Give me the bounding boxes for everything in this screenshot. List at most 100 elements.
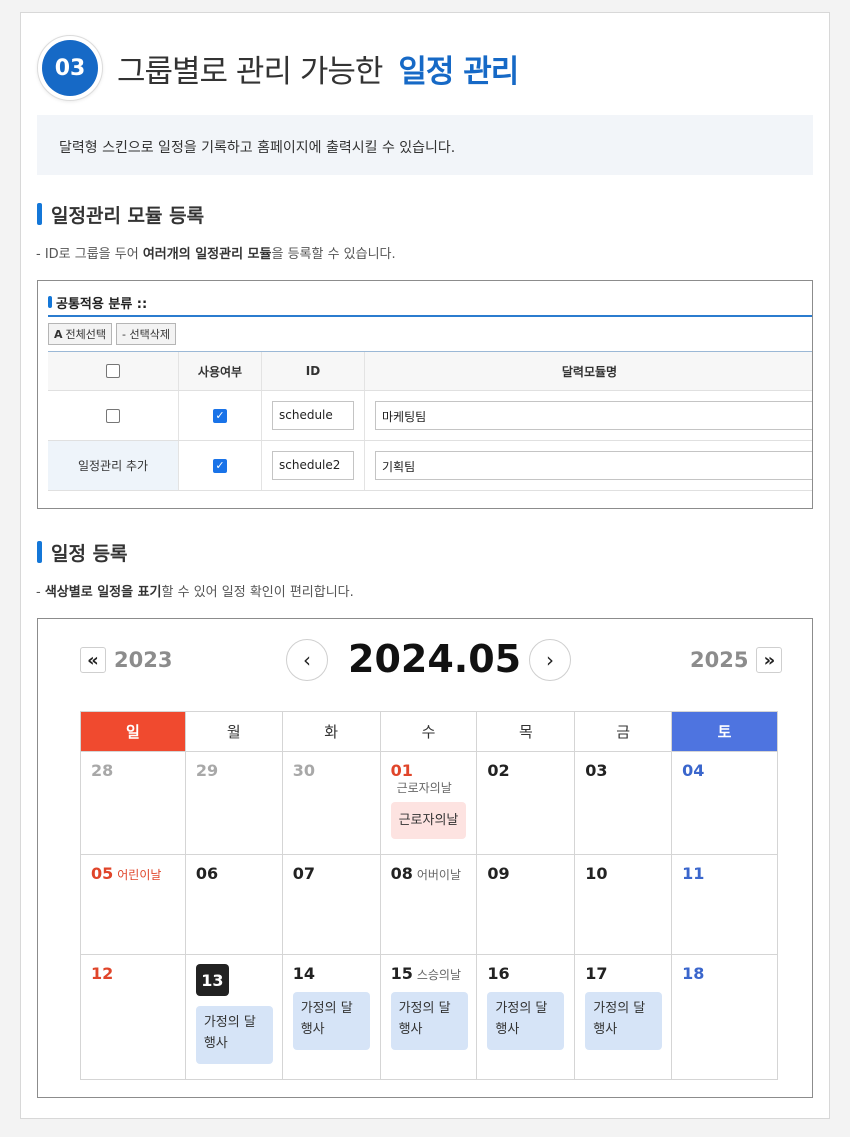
day-cell[interactable]: 29: [185, 752, 283, 855]
day-number-with-holiday: 05 어린이날: [91, 864, 161, 883]
section-number-badge: 03: [37, 35, 103, 101]
module-name-input[interactable]: 기획팀: [375, 451, 812, 480]
page-header: 03 그룹별로 관리 가능한 일정 관리: [37, 35, 519, 101]
schedule-section-desc: - 색상별로 일정을 표기할 수 있어 일정 확인이 편리합니다.: [36, 581, 354, 600]
day-cell[interactable]: 07: [282, 855, 381, 955]
day-cell[interactable]: 30: [282, 752, 381, 855]
day-cell[interactable]: 01 근로자의날 근로자의날: [380, 752, 478, 855]
event-item[interactable]: 가정의 달 행사: [292, 992, 370, 1050]
calendar: « 2023 ‹ 2024.05 › 2025 » 일 월 화 수 목 금 토 …: [37, 618, 813, 1098]
event-item[interactable]: 근로자의날: [390, 802, 467, 839]
day-cell[interactable]: 15 스승의날 가정의 달 행사: [380, 955, 478, 1080]
next-year-nav: 2025 »: [690, 647, 783, 673]
day-number: 29: [195, 761, 219, 780]
page-title: 그룹별로 관리 가능한: [117, 53, 383, 90]
desc-prefix: -: [36, 585, 45, 600]
weekday-sat: 토: [672, 712, 778, 752]
day-cell[interactable]: 02: [477, 752, 576, 855]
select-all-icon: A: [54, 327, 63, 341]
day-number: 08: [390, 864, 413, 883]
day-number: 11: [682, 864, 705, 883]
weekday-header: 일 월 화 수 목 금 토: [81, 712, 778, 752]
page-title-accent: 일정 관리: [398, 53, 519, 90]
module-panel: 공통적용 분류 :: A 전체선택 - 선택삭제 사용여부 ID 달력모듈명 ✓ …: [37, 280, 813, 509]
table-row: 일정관리 추가 ✓ schedule2 기획팀: [48, 441, 812, 491]
select-all-button[interactable]: A 전체선택: [48, 323, 112, 345]
day-number: 30: [292, 761, 315, 780]
weekday-thu: 목: [477, 712, 576, 752]
use-checkbox[interactable]: ✓: [213, 408, 227, 423]
select-all-checkbox[interactable]: [106, 364, 120, 378]
holiday-label: 근로자의날: [396, 781, 452, 795]
module-section-desc: - ID로 그룹을 두어 여러개의 일정관리 모듈을 등록할 수 있습니다.: [36, 243, 396, 262]
day-number: 14: [292, 964, 315, 983]
name-cell: 마케팅팀: [365, 391, 812, 440]
next-month-button[interactable]: ›: [529, 639, 571, 681]
day-cell[interactable]: 03: [575, 752, 673, 855]
content-card: 03 그룹별로 관리 가능한 일정 관리 달력형 스킨으로 일정을 기록하고 홈…: [20, 12, 830, 1119]
day-cell-today[interactable]: 13 가정의 달 행사: [185, 955, 283, 1080]
day-cell[interactable]: 10: [575, 855, 673, 955]
day-cell[interactable]: 12: [81, 955, 186, 1080]
module-name-input[interactable]: 마케팅팀: [375, 401, 812, 430]
desc-suffix: 할 수 있어 일정 확인이 편리합니다.: [161, 585, 354, 600]
day-cell[interactable]: 05 어린이날: [81, 855, 186, 955]
day-cell[interactable]: 08 어버이날: [380, 855, 478, 955]
day-number: 06: [195, 864, 219, 883]
day-cell[interactable]: 06: [185, 855, 283, 955]
holiday-label: 어버이날: [416, 868, 461, 882]
prev-year-button[interactable]: «: [80, 647, 106, 673]
calendar-week: 28 29 30 01 근로자의날 근로자의날 02 03 04: [81, 752, 778, 855]
prev-year-label[interactable]: 2023: [114, 648, 172, 672]
next-year-button[interactable]: »: [756, 647, 783, 673]
event-item[interactable]: 가정의 달 행사: [390, 992, 468, 1050]
select-all-label: 전체선택: [65, 328, 106, 341]
day-cell[interactable]: 09: [477, 855, 576, 955]
day-number: 10: [585, 864, 608, 883]
desc-prefix: - ID로 그룹을 두어: [36, 247, 143, 262]
prev-month-button[interactable]: ‹: [286, 639, 328, 681]
day-number: 17: [585, 964, 608, 983]
panel-toolbar: A 전체선택 - 선택삭제: [48, 323, 176, 345]
day-number: 12: [91, 964, 114, 983]
section-number: 03: [42, 40, 98, 96]
header-checkbox-cell: [48, 352, 179, 390]
day-cell[interactable]: 14 가정의 달 행사: [282, 955, 381, 1080]
holiday-label: 스승의날: [416, 968, 461, 982]
id-input[interactable]: schedule: [272, 401, 354, 430]
day-number: 05: [91, 864, 114, 883]
day-number: 07: [292, 864, 315, 883]
use-cell: ✓: [179, 391, 262, 440]
day-number: 28: [91, 761, 114, 780]
use-checkbox[interactable]: ✓: [213, 458, 227, 473]
day-number: 04: [682, 761, 705, 780]
next-year-label[interactable]: 2025: [690, 648, 748, 672]
row-label: 일정관리 추가: [48, 441, 179, 490]
calendar-week: 05 어린이날 06 07 08 어버이날 09 10 11: [81, 855, 778, 955]
id-input[interactable]: schedule2: [272, 451, 354, 480]
calendar-week: 12 13 가정의 달 행사 14 가정의 달 행사 15 스승의날 가정의 달 …: [81, 955, 778, 1080]
day-cell[interactable]: 18: [672, 955, 778, 1080]
day-number: 09: [487, 864, 510, 883]
delete-selected-button[interactable]: - 선택삭제: [116, 323, 176, 345]
day-cell[interactable]: 28: [81, 752, 186, 855]
id-cell: schedule: [262, 391, 365, 440]
day-cell[interactable]: 04: [672, 752, 778, 855]
weekday-mon: 월: [185, 712, 283, 752]
column-header-name: 달력모듈명: [561, 364, 618, 379]
weekday-tue: 화: [282, 712, 381, 752]
day-number: 15: [390, 964, 413, 983]
day-cell[interactable]: 16 가정의 달 행사: [477, 955, 576, 1080]
event-item[interactable]: 가정의 달 행사: [195, 1006, 273, 1064]
holiday-label: 어린이날: [117, 868, 162, 882]
prev-year-nav: « 2023: [80, 647, 172, 673]
day-cell[interactable]: 17 가정의 달 행사: [575, 955, 673, 1080]
event-item[interactable]: 가정의 달 행사: [585, 992, 663, 1050]
day-cell[interactable]: 11: [672, 855, 778, 955]
column-header-id: ID: [262, 352, 365, 390]
row-checkbox[interactable]: [106, 408, 120, 423]
desc-bold: 색상별로 일정을 표기: [44, 585, 162, 600]
module-section-title: 일정관리 모듈 등록: [37, 201, 204, 228]
event-item[interactable]: 가정의 달 행사: [487, 992, 565, 1050]
day-number-with-holiday: 08 어버이날: [391, 864, 461, 883]
